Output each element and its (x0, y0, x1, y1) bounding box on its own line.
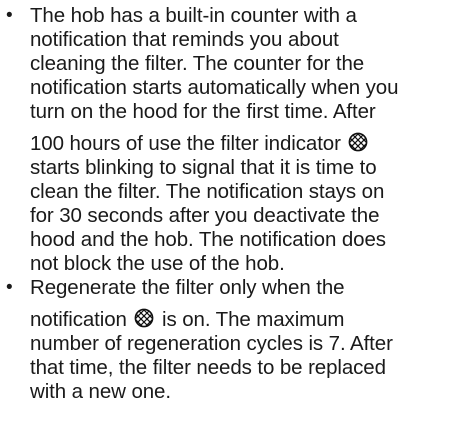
text-line: starts blinking to signal that it is tim… (30, 156, 377, 179)
filter-grid-icon (135, 308, 154, 328)
text-line: The hob has a built-in counter with a (30, 4, 357, 27)
text-line: hood and the hob. The notification does (30, 228, 386, 251)
text-line: with a new one. (30, 380, 171, 403)
text-line: cleaning the filter. The counter for the (30, 52, 365, 75)
text-line: turn on the hood for the first time. Aft… (30, 100, 376, 123)
text-line: clean the filter. The notification stays… (30, 180, 385, 203)
text-line: number of regeneration cycles is 7. Afte… (30, 332, 393, 355)
text-line: for 30 seconds after you deactivate the (30, 204, 380, 227)
text-segment: notification (30, 308, 127, 331)
text-line: that time, the filter needs to be replac… (30, 356, 386, 379)
text-line: notification starts automatically when y… (30, 76, 399, 99)
text-segment: 100 hours of use the filter indicator (30, 132, 341, 155)
text-line-with-icon: 100 hours of use the filter indicator (30, 132, 370, 156)
bullet-marker: • (6, 5, 13, 26)
filter-grid-icon (349, 132, 368, 152)
text-line-with-icon: notification is on. The maximum (30, 308, 345, 332)
text-line: Regenerate the filter only when the (30, 276, 345, 299)
text-line: notification that reminds you about (30, 28, 339, 51)
text-line: not block the use of the hob. (30, 252, 285, 275)
manual-page: • The hob has a built-in counter with a … (0, 0, 451, 426)
text-segment: is on. The maximum (162, 308, 345, 331)
bullet-marker: • (6, 277, 13, 298)
